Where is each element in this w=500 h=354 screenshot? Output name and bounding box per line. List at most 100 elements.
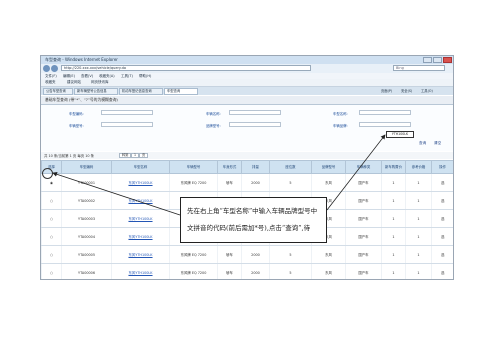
reset-button[interactable]: 清空 (434, 141, 441, 147)
close-button[interactable] (443, 57, 452, 63)
url-input[interactable]: http://220.xxx.xxx/vehicle/query.do (61, 65, 311, 71)
vehicle-name-input[interactable] (229, 110, 281, 115)
goto-label: 转到 (119, 153, 132, 158)
tab-registration[interactable]: 机动车登记信息查询 (119, 88, 163, 95)
cell-body: 轿车 (217, 173, 242, 192)
col-displacement[interactable]: 排量 (241, 160, 270, 174)
cell-vehicle-model: 东风牌 EQ 7200 (169, 263, 218, 279)
col-code[interactable]: 车型编码 (61, 160, 112, 174)
cell-select[interactable]: ○ (41, 191, 62, 210)
cell-model-name[interactable]: 东风YTH100LK (111, 263, 170, 279)
back-icon[interactable] (43, 65, 50, 72)
col-type[interactable]: 车辆种类 (345, 160, 382, 174)
model-name-input[interactable] (359, 110, 411, 115)
table-header-row: 选择 车型编码 车型名称 车辆型号 车身形式 排量 座位数 品牌型号 车辆种类 … (41, 160, 453, 174)
search-button[interactable]: 查询 (419, 141, 426, 147)
cell-price: 1 (381, 173, 406, 192)
label-model-name: 车型名称: (333, 112, 348, 116)
col-vehicle-model[interactable]: 车辆型号 (169, 160, 218, 174)
cell-ref-price: 1 (405, 173, 432, 192)
label-vehicle-model: 车辆型号: (69, 124, 84, 128)
cell-action[interactable]: 选 (431, 227, 453, 246)
col-body[interactable]: 车身形式 (217, 160, 242, 174)
list-header: 共 10 条/当前第 1 页 每页 10 条 (41, 152, 453, 159)
maximize-button[interactable] (433, 57, 442, 63)
col-seats[interactable]: 座位数 (269, 160, 312, 174)
fav-suggested-sites[interactable]: 建议网站 (67, 80, 81, 85)
col-ref-price[interactable]: 参考价格 (405, 160, 432, 174)
cell-brand: 东风 (311, 263, 346, 279)
brand-model-input[interactable] (229, 122, 281, 127)
cell-model-name[interactable]: 东风YTH100LK (111, 245, 170, 264)
cell-select[interactable]: ○ (41, 227, 62, 246)
window-title: 车型查询 - Windows Internet Explorer (45, 57, 118, 62)
cell-action[interactable]: 选 (431, 173, 453, 192)
vehicle-model-input[interactable] (101, 122, 153, 127)
list-summary: 共 10 条/当前第 1 页 每页 10 条 (44, 154, 94, 158)
cell-ref-price: 1 (405, 191, 432, 210)
page-number-input[interactable]: 1 (131, 153, 140, 158)
cell-ref-price: 1 (405, 209, 432, 228)
vehicle-brand-input[interactable] (359, 122, 411, 127)
cell-price: 1 (381, 209, 406, 228)
col-action: 操作 (431, 160, 453, 174)
callout-line-1: 先在右上角“车型名称”中输入车辆品牌型号中 (187, 207, 318, 215)
cell-displacement: 2000 (241, 173, 270, 192)
cell-displacement: 2000 (241, 245, 270, 264)
cell-body: 轿车 (217, 263, 242, 279)
cell-type: 国产车 (345, 245, 382, 264)
cell-model-name[interactable]: 东风YTH100LK (111, 209, 170, 228)
brand-code-field[interactable]: YTH100LK (386, 131, 414, 138)
cell-select[interactable]: ○ (41, 263, 62, 279)
cell-action[interactable]: 选 (431, 263, 453, 279)
cell-ref-price: 1 (405, 227, 432, 246)
favorites-button[interactable]: 收藏夹 (45, 80, 56, 85)
query-form: 车型编码: 车辆名称: 车型名称: 车辆型号: 品牌型号: 车辆品牌: (41, 105, 453, 151)
cell-seats: 5 (269, 263, 312, 279)
table-row[interactable]: ○ YTA00006 东风YTH100LK 东风牌 EQ 7200 轿车 2000 5 东风国… (41, 263, 453, 279)
tools-menu[interactable]: 工具(O) (421, 88, 433, 93)
cell-brand: 东风 (311, 245, 346, 264)
vehicle-code-input[interactable] (101, 110, 153, 115)
cell-code: YTA00002 (61, 191, 112, 210)
label-vehicle-name: 车辆名称: (206, 112, 221, 116)
minimize-button[interactable] (423, 57, 432, 63)
cell-price: 1 (381, 227, 406, 246)
cell-code: YTA00001 (61, 173, 112, 192)
search-input[interactable]: Bing (393, 65, 445, 71)
tab-vehicle-query[interactable]: 车型查询 (164, 88, 198, 95)
cell-model-name[interactable]: 东风YTH100LK (111, 173, 170, 192)
cell-type: 国产车 (345, 227, 382, 246)
cell-select[interactable]: ○ (41, 245, 62, 264)
instruction-callout: 先在右上角“车型名称”中输入车辆品牌型号中 文拼音的代码(前后需加*号),点击“… (180, 197, 327, 243)
col-model-name[interactable]: 车型名称 (111, 160, 170, 174)
cell-code: YTA00006 (61, 263, 112, 279)
page-header: 基础车型查询 (带“*”、“?”号的为模糊查询) (41, 96, 453, 105)
cell-ref-price: 1 (405, 263, 432, 279)
table-row[interactable]: ◉ YTA00001 东风YTH100LK 东风牌 EQ 7200 轿车 2000 5 东风国… (41, 173, 453, 192)
cell-model-name[interactable]: 东风YTH100LK (111, 191, 170, 210)
table-row[interactable]: ○ YTA00005 东风YTH100LK 东风牌 EQ 7200 轿车 2000 5 东风国… (41, 245, 453, 264)
cell-brand: 东风 (311, 173, 346, 192)
label-vehicle-code: 车型编码: (69, 112, 84, 116)
cell-model-name[interactable]: 东风YTH100LK (111, 227, 170, 246)
page-menu[interactable]: 页面(P) (381, 88, 392, 93)
col-brand[interactable]: 品牌型号 (311, 160, 346, 174)
col-price[interactable]: 新车购置价 (381, 160, 406, 174)
cell-seats: 5 (269, 173, 312, 192)
cell-action[interactable]: 选 (431, 191, 453, 210)
safety-menu[interactable]: 安全(S) (401, 88, 412, 93)
tab-announcement[interactable]: 公告车型查询 (43, 88, 73, 95)
tab-new-vehicle[interactable]: 新车辆型号公告信息 (74, 88, 118, 95)
cell-price: 1 (381, 263, 406, 279)
forward-icon[interactable] (51, 65, 58, 72)
cell-action[interactable]: 选 (431, 209, 453, 228)
cell-select[interactable]: ○ (41, 209, 62, 228)
browser-window: 车型查询 - Windows Internet Explorer http://… (40, 55, 454, 280)
fav-web-slice[interactable]: 网页快讯库 (91, 80, 109, 85)
callout-line-2: 文拼音的代码(前后需加*号),点击“查询”,待 (187, 224, 311, 232)
cell-type: 国产车 (345, 263, 382, 279)
cell-type: 国产车 (345, 173, 382, 192)
cell-action[interactable]: 选 (431, 245, 453, 264)
cell-code: YTA00003 (61, 209, 112, 228)
